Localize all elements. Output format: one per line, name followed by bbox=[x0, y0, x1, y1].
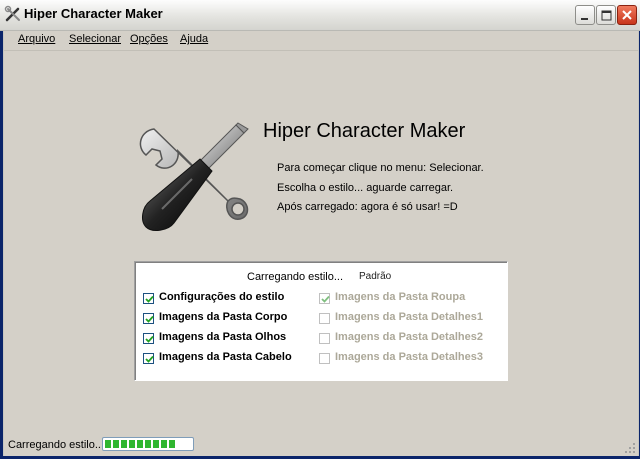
window-title: Hiper Character Maker bbox=[24, 6, 163, 21]
status-bar: Carregando estilo... bbox=[4, 433, 638, 456]
menu-selecionar[interactable]: Selecionar bbox=[69, 33, 121, 45]
resize-grip-icon[interactable] bbox=[624, 442, 636, 454]
progress-block bbox=[145, 440, 151, 448]
instruction-line-3: Após carregado: agora é só usar! =D bbox=[277, 201, 458, 213]
check-icon bbox=[145, 295, 154, 303]
progress-block bbox=[129, 440, 135, 448]
progress-block bbox=[161, 440, 167, 448]
checkbox-roupa[interactable] bbox=[319, 293, 330, 304]
checkbox-olhos[interactable] bbox=[143, 333, 154, 344]
app-heading: Hiper Character Maker bbox=[263, 120, 466, 142]
menu-separator bbox=[4, 50, 638, 51]
maximize-icon bbox=[601, 10, 612, 21]
checkbox-corpo[interactable] bbox=[143, 313, 154, 324]
checkbox-detalhes2[interactable] bbox=[319, 333, 330, 344]
menu-ajuda[interactable]: Ajuda bbox=[180, 33, 208, 45]
progress-block bbox=[113, 440, 119, 448]
progress-bar bbox=[102, 437, 194, 451]
progress-block bbox=[169, 440, 175, 448]
close-button[interactable] bbox=[617, 5, 637, 25]
label-cabelo: Imagens da Pasta Cabelo bbox=[159, 351, 292, 363]
client-area: Arquivo Selecionar Opções Ajuda Hiper Ch… bbox=[3, 31, 639, 456]
label-detalhes2: Imagens da Pasta Detalhes2 bbox=[335, 331, 483, 343]
label-corpo: Imagens da Pasta Corpo bbox=[159, 311, 288, 323]
check-icon bbox=[145, 355, 154, 363]
close-icon bbox=[622, 10, 632, 20]
checkbox-cabelo[interactable] bbox=[143, 353, 154, 364]
menu-opcoes[interactable]: Opções bbox=[130, 33, 168, 45]
progress-block bbox=[121, 440, 127, 448]
menu-arquivo[interactable]: Arquivo bbox=[18, 33, 55, 45]
minimize-button[interactable] bbox=[575, 5, 595, 25]
checkbox-configuracoes[interactable] bbox=[143, 293, 154, 304]
title-bar[interactable]: Hiper Character Maker bbox=[0, 0, 640, 31]
maximize-button[interactable] bbox=[596, 5, 616, 25]
progress-block bbox=[153, 440, 159, 448]
tools-icon bbox=[132, 119, 252, 239]
minimize-icon bbox=[581, 18, 588, 20]
status-text: Carregando estilo... bbox=[8, 439, 104, 451]
progress-block bbox=[137, 440, 143, 448]
progress-block bbox=[105, 440, 111, 448]
checkbox-detalhes1[interactable] bbox=[319, 313, 330, 324]
app-tools-icon[interactable] bbox=[4, 5, 22, 23]
loading-panel: Carregando estilo... Padrão Configuraçõe… bbox=[134, 261, 508, 381]
instruction-line-2: Escolha o estilo... aguarde carregar. bbox=[277, 182, 454, 194]
check-icon bbox=[145, 315, 154, 323]
check-icon bbox=[145, 335, 154, 343]
check-icon bbox=[321, 295, 330, 303]
checkbox-detalhes3[interactable] bbox=[319, 353, 330, 364]
app-window: Hiper Character Maker Arquivo Selecionar… bbox=[0, 0, 640, 459]
label-olhos: Imagens da Pasta Olhos bbox=[159, 331, 287, 343]
label-configuracoes: Configurações do estilo bbox=[159, 291, 285, 303]
label-detalhes3: Imagens da Pasta Detalhes3 bbox=[335, 351, 483, 363]
loading-status-label: Carregando estilo... bbox=[247, 271, 343, 283]
style-name: Padrão bbox=[359, 271, 392, 282]
instruction-line-1: Para começar clique no menu: Selecionar. bbox=[277, 162, 484, 174]
menu-bar: Arquivo Selecionar Opções Ajuda bbox=[4, 31, 638, 49]
label-detalhes1: Imagens da Pasta Detalhes1 bbox=[335, 311, 483, 323]
label-roupa: Imagens da Pasta Roupa bbox=[335, 291, 466, 303]
